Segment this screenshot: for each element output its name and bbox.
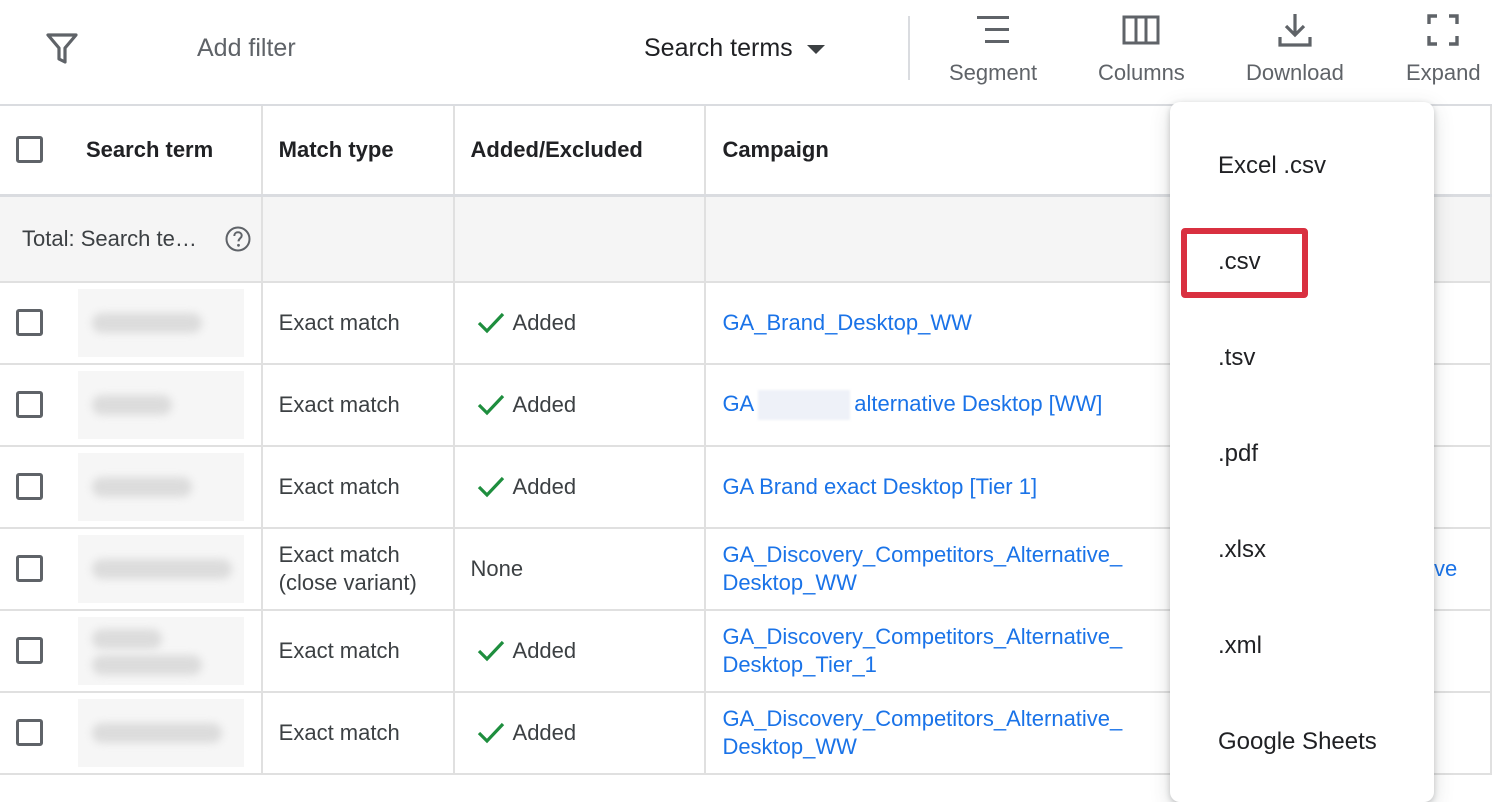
menu-item-google-sheets[interactable]: Google Sheets — [1218, 728, 1377, 756]
view-selector-dropdown[interactable]: Search terms — [644, 34, 825, 63]
status-added: Added — [455, 637, 705, 665]
match-type: Exact match — [278, 638, 400, 663]
status-cell: Added — [453, 692, 707, 775]
header-match-type[interactable]: Match type — [261, 106, 455, 197]
match-type-cell: Exact match — [261, 692, 455, 775]
match-type-cell: Exact match — [261, 446, 455, 529]
campaign-overflow-text[interactable]: ve — [1434, 556, 1457, 582]
status-label: Added — [512, 392, 577, 417]
status-added: Added — [455, 309, 705, 337]
status-cell: None — [453, 528, 707, 611]
redacted-search-term — [78, 699, 244, 767]
header-search-term[interactable]: Search term — [0, 106, 263, 197]
row-checkbox[interactable] — [16, 637, 43, 664]
match-type-line: (close variant) — [278, 570, 417, 595]
match-type-cell: Exact match — [261, 282, 455, 365]
expand-label: Expand — [1406, 60, 1481, 85]
menu-item-pdf[interactable]: .pdf — [1218, 440, 1258, 468]
download-label: Download — [1246, 60, 1344, 85]
row-checkbox[interactable] — [16, 719, 43, 746]
status-label: Added — [512, 720, 577, 745]
check-icon — [477, 722, 504, 744]
match-type: Exact match — [278, 474, 400, 499]
expand-button[interactable]: Expand — [1406, 10, 1481, 96]
view-selector-label: Search terms — [644, 34, 793, 62]
status-label: Added — [512, 474, 577, 499]
search-term-cell — [0, 692, 263, 775]
menu-item-tsv[interactable]: .tsv — [1218, 344, 1255, 372]
check-icon — [477, 394, 504, 416]
match-type: Exact match — [278, 392, 400, 417]
redacted-search-term — [78, 371, 244, 439]
redacted-search-term — [78, 453, 244, 521]
row-checkbox[interactable] — [16, 391, 43, 418]
toolbar-divider — [908, 16, 910, 80]
status-label: Added — [512, 310, 577, 335]
status-cell: Added — [453, 364, 707, 447]
check-icon — [477, 312, 504, 334]
search-term-cell — [0, 528, 263, 611]
total-cell — [261, 195, 455, 283]
redacted-campaign-part — [758, 390, 851, 421]
status-added: Added — [455, 391, 705, 419]
row-checkbox[interactable] — [16, 555, 43, 582]
redacted-search-term — [78, 289, 244, 357]
redacted-search-term — [78, 617, 244, 685]
segment-icon — [977, 16, 1010, 43]
download-icon — [1278, 14, 1312, 47]
check-icon — [477, 476, 504, 498]
segment-label: Segment — [949, 60, 1038, 85]
row-checkbox[interactable] — [16, 473, 43, 500]
status-label: None — [470, 556, 524, 581]
columns-button[interactable]: Columns — [1098, 10, 1185, 96]
download-menu: Excel .csv .csv .tsv .pdf .xlsx .xml Goo… — [1170, 102, 1434, 802]
search-term-cell — [0, 282, 263, 365]
status-cell: Added — [453, 446, 707, 529]
status-added: Added — [455, 719, 705, 747]
csv-highlight-box — [1181, 228, 1308, 298]
match-type-cell: Exact match — [261, 364, 455, 447]
status-added: Added — [455, 473, 705, 501]
columns-icon — [1122, 15, 1160, 45]
table-toolbar: Add filter Search terms Segment Columns … — [0, 0, 1492, 106]
columns-label: Columns — [1098, 60, 1185, 85]
help-icon[interactable] — [224, 225, 252, 253]
status-cell: Added — [453, 282, 707, 365]
chevron-down-icon — [806, 45, 825, 54]
menu-item-xlsx[interactable]: .xlsx — [1218, 536, 1266, 564]
campaign-prefix: GA — [722, 390, 755, 416]
total-cell — [453, 195, 707, 283]
header-added-excluded[interactable]: Added/Excluded — [453, 106, 707, 197]
expand-icon — [1427, 14, 1460, 46]
download-button[interactable]: Download — [1246, 10, 1344, 96]
match-type-cell: Exact match — [261, 610, 455, 693]
select-all-checkbox[interactable] — [16, 136, 43, 163]
campaign-suffix: alternative Desktop [WW] — [854, 390, 1103, 416]
check-icon — [477, 640, 504, 662]
search-term-cell — [0, 610, 263, 693]
header-label: Search term — [86, 137, 214, 162]
row-checkbox[interactable] — [16, 309, 43, 336]
search-term-cell — [0, 446, 263, 529]
total-label: Total: Search te… — [22, 226, 197, 251]
header-label: Added/Excluded — [470, 137, 643, 162]
add-filter-button[interactable]: Add filter — [197, 34, 296, 63]
segment-button[interactable]: Segment — [949, 10, 1037, 96]
status-cell: Added — [453, 610, 707, 693]
header-label: Match type — [278, 137, 394, 162]
match-type: Exact match — [278, 720, 400, 745]
status-label: Added — [512, 638, 577, 663]
match-type: Exact match — [278, 310, 400, 335]
match-type: Exact match (close variant) — [263, 541, 453, 597]
total-cell: Total: Search te… — [0, 195, 263, 283]
redacted-search-term — [78, 535, 244, 603]
menu-item-xml[interactable]: .xml — [1218, 632, 1262, 660]
menu-item-excel-csv[interactable]: Excel .csv — [1218, 152, 1326, 180]
filter-icon[interactable] — [44, 30, 80, 66]
search-term-cell — [0, 364, 263, 447]
match-type-cell: Exact match (close variant) — [261, 528, 455, 611]
match-type-line: Exact match — [278, 542, 400, 567]
